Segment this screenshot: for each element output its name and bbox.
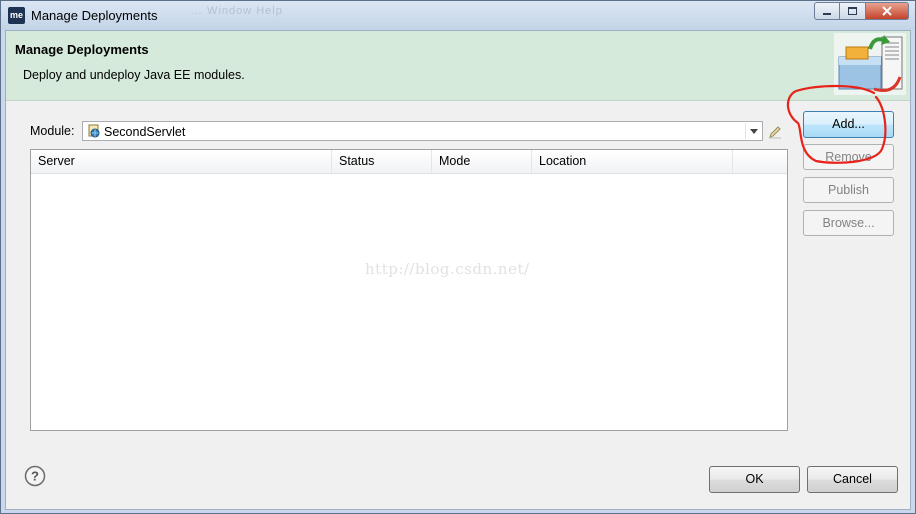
table-header: Server Status Mode Location bbox=[31, 150, 787, 174]
column-header-server[interactable]: Server bbox=[31, 150, 332, 173]
server-deploy-icon bbox=[834, 33, 906, 95]
help-icon[interactable]: ? bbox=[24, 465, 46, 487]
banner-description: Deploy and undeploy Java EE modules. bbox=[23, 68, 245, 82]
window-title: Manage Deployments bbox=[31, 8, 158, 23]
svg-text:?: ? bbox=[31, 469, 39, 484]
column-header-status[interactable]: Status bbox=[332, 150, 432, 173]
maximize-button[interactable] bbox=[840, 2, 866, 20]
remove-button[interactable]: Remove bbox=[803, 144, 894, 170]
close-button[interactable] bbox=[866, 2, 909, 20]
window-controls bbox=[814, 2, 909, 20]
browse-button[interactable]: Browse... bbox=[803, 210, 894, 236]
pencil-icon[interactable] bbox=[768, 125, 782, 139]
title-bar[interactable]: me Manage Deployments … Window Help bbox=[1, 1, 915, 30]
banner-title: Manage Deployments bbox=[15, 42, 149, 57]
banner: Manage Deployments Deploy and undeploy J… bbox=[6, 31, 910, 101]
background-menu-ghost: … Window Help bbox=[191, 5, 283, 17]
module-combo[interactable]: SecondServlet bbox=[82, 121, 763, 141]
combo-dropdown-button[interactable] bbox=[745, 123, 761, 139]
ok-button[interactable]: OK bbox=[709, 466, 800, 493]
module-combo-value: SecondServlet bbox=[104, 125, 186, 139]
app-icon: me bbox=[8, 7, 25, 24]
maximize-icon bbox=[848, 7, 857, 15]
publish-button[interactable]: Publish bbox=[803, 177, 894, 203]
dialog-window: me Manage Deployments … Window Help Mana… bbox=[0, 0, 916, 514]
web-project-icon bbox=[88, 124, 100, 138]
close-icon bbox=[882, 6, 892, 16]
cancel-button[interactable]: Cancel bbox=[807, 466, 898, 493]
chevron-down-icon bbox=[749, 128, 758, 134]
deployments-table[interactable]: Server Status Mode Location http://blog.… bbox=[30, 149, 788, 431]
column-header-location[interactable]: Location bbox=[532, 150, 733, 173]
dialog-body: Manage Deployments Deploy and undeploy J… bbox=[5, 30, 911, 510]
minimize-icon bbox=[823, 13, 831, 15]
module-label: Module: bbox=[30, 124, 75, 138]
column-header-mode[interactable]: Mode bbox=[432, 150, 532, 173]
add-button[interactable]: Add... bbox=[803, 111, 894, 138]
minimize-button[interactable] bbox=[814, 2, 840, 20]
watermark: http://blog.csdn.net/ bbox=[365, 260, 530, 278]
